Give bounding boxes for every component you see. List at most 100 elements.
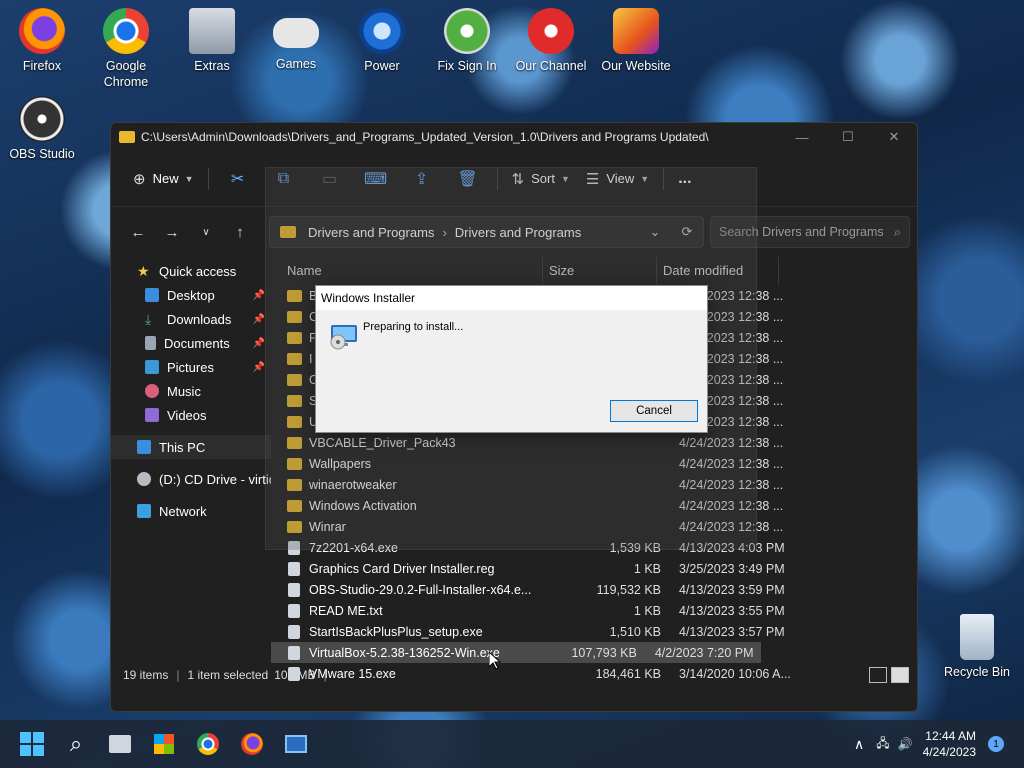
file-row[interactable]: READ ME.txt 1 KB 4/13/2023 3:55 PM bbox=[271, 600, 917, 621]
file-size: 1 KB bbox=[633, 603, 661, 618]
file-size: 119,532 KB bbox=[596, 582, 661, 597]
taskbar-store[interactable] bbox=[144, 724, 184, 764]
cancel-button[interactable]: Cancel bbox=[610, 400, 698, 422]
maximize-button[interactable]: ☐ bbox=[825, 123, 871, 151]
taskbar-file-explorer[interactable] bbox=[100, 724, 140, 764]
new-button-label: New bbox=[152, 171, 179, 186]
dialog-title: Windows Installer bbox=[316, 286, 707, 310]
new-button[interactable]: ⊕ New ▼ bbox=[125, 163, 202, 195]
desktop-icon-firefox[interactable]: Firefox bbox=[0, 8, 84, 74]
file-row[interactable]: VMware 15.exe 184,461 KB 3/14/2020 10:06 A… bbox=[271, 663, 917, 684]
clock[interactable]: 12:44 AM 4/24/2023 bbox=[923, 728, 976, 760]
desktop-icon-our-website[interactable]: Our Website bbox=[594, 8, 678, 74]
file-date: 3/14/2020 10:06 A... bbox=[679, 666, 791, 681]
sidebar-item-label: Quick access bbox=[159, 263, 237, 279]
sidebar-item-label: Desktop bbox=[167, 287, 215, 303]
file-row[interactable]: OBS-Studio-29.0.2-Full-Installer-x64.e..… bbox=[271, 579, 917, 600]
clock-time: 12:44 AM bbox=[925, 729, 976, 743]
search-button[interactable]: ⌕ bbox=[56, 724, 96, 764]
taskbar-firefox[interactable] bbox=[232, 724, 272, 764]
file-icon bbox=[288, 666, 300, 681]
desktop-icon-games[interactable]: Games bbox=[254, 8, 338, 72]
back-arrow-icon[interactable]: ← bbox=[123, 217, 153, 247]
navigation-pane: ★ Quick access Desktop 📌 ⤓ Downloads 📌 D… bbox=[111, 257, 271, 661]
sidebar-item-label: Downloads bbox=[167, 311, 232, 327]
document-icon bbox=[145, 336, 156, 350]
file-icon bbox=[288, 645, 300, 660]
desktop-icon-extras[interactable]: Extras bbox=[170, 8, 254, 74]
sidebar-item-downloads[interactable]: ⤓ Downloads 📌 bbox=[111, 307, 271, 331]
cd-drive-icon bbox=[137, 472, 151, 486]
file-name: READ ME.txt bbox=[309, 603, 383, 618]
volume-icon[interactable]: 🔊 bbox=[898, 737, 913, 751]
sidebar-item-pictures[interactable]: Pictures 📌 bbox=[111, 355, 271, 379]
forward-arrow-icon[interactable]: → bbox=[157, 217, 187, 247]
gamepad-icon bbox=[273, 18, 319, 48]
cut-icon[interactable]: ✂ bbox=[223, 164, 253, 194]
close-button[interactable]: ✕ bbox=[871, 123, 917, 151]
store-icon bbox=[154, 734, 174, 754]
sidebar-item-network[interactable]: Network bbox=[111, 499, 271, 523]
sidebar-item-this-pc[interactable]: This PC bbox=[111, 435, 271, 459]
desktop-icon-power[interactable]: Power bbox=[340, 8, 424, 74]
sidebar-item-label: Pictures bbox=[167, 359, 214, 375]
pin-icon: 📌 bbox=[252, 313, 265, 325]
star-icon: ★ bbox=[137, 263, 150, 279]
file-row[interactable]: Graphics Card Driver Installer.reg 1 KB 3/… bbox=[271, 558, 917, 579]
desktop-icon bbox=[145, 288, 159, 302]
start-button[interactable] bbox=[12, 724, 52, 764]
sidebar-item-label: Music bbox=[167, 383, 201, 399]
toolbar-divider bbox=[207, 167, 209, 190]
desktop-icon-our-channel[interactable]: Our Channel bbox=[509, 8, 593, 74]
minimize-button[interactable]: — bbox=[779, 123, 825, 151]
up-arrow-icon[interactable]: ↑ bbox=[225, 217, 255, 247]
desktop-icon-chrome[interactable]: Google Chrome bbox=[84, 8, 168, 90]
clock-date: 4/24/2023 bbox=[922, 745, 976, 759]
desktop-icon-label: Recycle Bin bbox=[944, 665, 1010, 679]
file-name: VMware 15.exe bbox=[309, 666, 396, 681]
title-bar[interactable]: C:\Users\Admin\Downloads\Drivers_and_Pro… bbox=[111, 123, 917, 151]
installer-icon bbox=[285, 735, 307, 753]
file-size: 184,461 KB bbox=[595, 666, 661, 681]
file-size: 107,793 KB bbox=[571, 645, 637, 660]
sidebar-item-music[interactable]: Music bbox=[111, 379, 271, 403]
sidebar-item-documents[interactable]: Documents 📌 bbox=[111, 331, 271, 355]
desktop-icon-obs[interactable]: OBS Studio bbox=[0, 96, 84, 162]
sidebar-item-quick-access[interactable]: ★ Quick access bbox=[111, 259, 271, 283]
sidebar-item-videos[interactable]: Videos bbox=[111, 403, 271, 427]
network-icon[interactable]: 🖧 bbox=[876, 734, 889, 755]
pin-icon: 📌 bbox=[252, 289, 265, 301]
videos-icon bbox=[145, 408, 159, 422]
sidebar-item-desktop[interactable]: Desktop 📌 bbox=[111, 283, 271, 307]
sidebar-item-cd-drive[interactable]: (D:) CD Drive - virtio bbox=[111, 467, 271, 491]
dialog-message: Preparing to install... bbox=[363, 321, 464, 333]
sidebar-item-label: Videos bbox=[167, 407, 207, 423]
file-date: 3/25/2023 3:49 PM bbox=[679, 561, 785, 576]
computer-icon bbox=[137, 440, 151, 454]
taskbar-chrome[interactable] bbox=[188, 724, 228, 764]
system-tray: ∧ 🖧 🔊 12:44 AM 4/24/2023 1 bbox=[854, 728, 1024, 760]
obs-icon bbox=[19, 96, 65, 142]
desktop-icon-fix-sign-in[interactable]: Fix Sign In bbox=[425, 8, 509, 74]
file-row[interactable]: StartIsBackPlusPlus_setup.exe 1,510 KB 4/1… bbox=[271, 621, 917, 642]
file-explorer-icon bbox=[109, 735, 131, 753]
file-row[interactable]: VirtualBox-5.2.38-136252-Win.exe 107,793 … bbox=[271, 642, 761, 663]
file-size: 1 KB bbox=[633, 561, 661, 576]
pictures-icon bbox=[145, 360, 159, 374]
chevron-up-icon[interactable]: ∧ bbox=[854, 736, 864, 753]
search-icon: ⌕ bbox=[69, 731, 83, 756]
notification-badge[interactable]: 1 bbox=[988, 736, 1004, 752]
file-date: 4/13/2023 3:59 PM bbox=[679, 582, 785, 597]
chevron-down-icon: ▼ bbox=[184, 173, 194, 184]
youtube-icon bbox=[528, 8, 574, 54]
file-icon bbox=[288, 561, 300, 576]
sidebar-item-label: (D:) CD Drive - virtio bbox=[159, 471, 271, 487]
desktop-icon-label: Our Website bbox=[601, 59, 671, 73]
item-count: 19 items bbox=[123, 668, 169, 682]
recent-locations-chevron-icon[interactable]: ∨ bbox=[191, 217, 221, 247]
desktop-icon-label: Fix Sign In bbox=[437, 59, 497, 73]
file-name: Graphics Card Driver Installer.reg bbox=[309, 561, 495, 576]
desktop-icon-recycle-bin[interactable]: Recycle Bin bbox=[935, 614, 1019, 680]
taskbar-installer[interactable] bbox=[276, 724, 316, 764]
chrome-icon bbox=[103, 8, 149, 54]
